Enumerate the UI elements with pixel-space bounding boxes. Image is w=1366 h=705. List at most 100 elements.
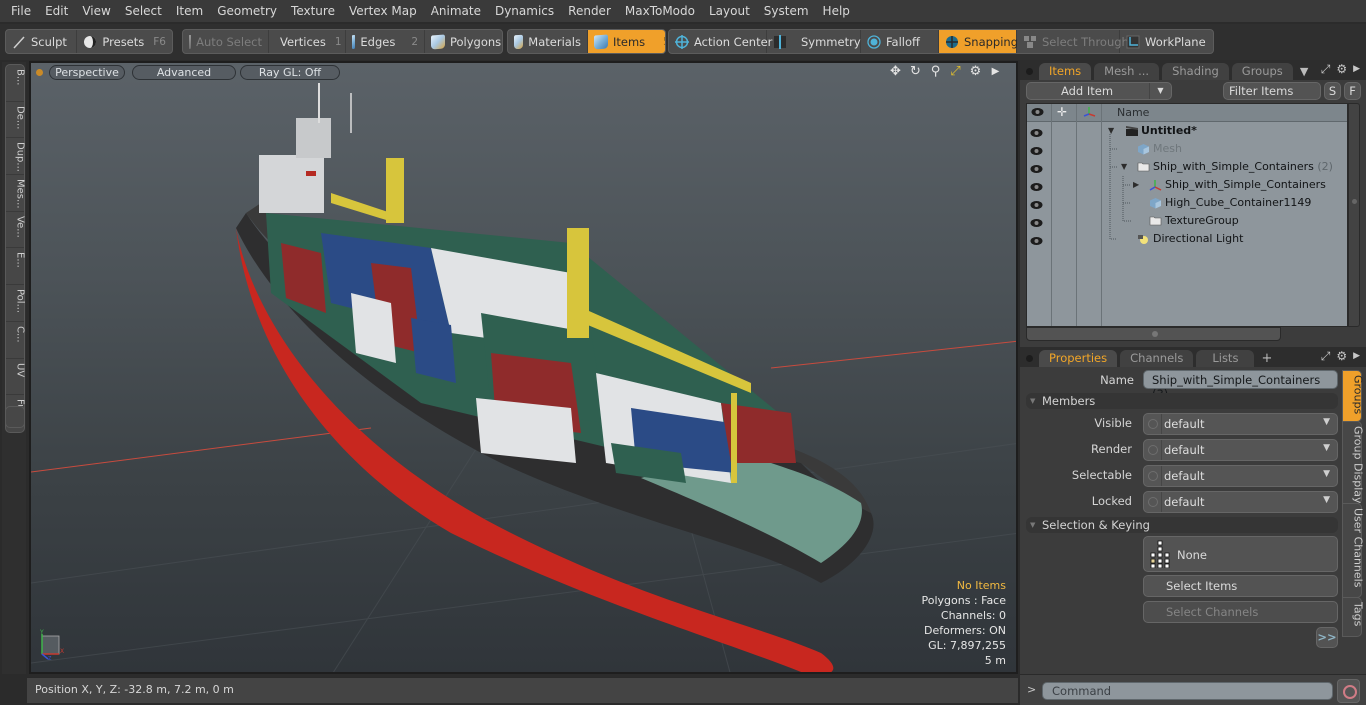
name-input[interactable]: Ship_with_Simple_Containers (3) [1143, 370, 1338, 401]
filter-f-button[interactable]: F [1344, 82, 1361, 100]
select-through-button[interactable]: Select Through [1017, 30, 1129, 53]
tabs-dropdown-icon[interactable]: ▼ [1300, 63, 1308, 80]
record-macro-button[interactable] [1337, 679, 1360, 703]
visibility-column-eye-icon[interactable] [1031, 106, 1044, 121]
left-tab[interactable]: UV [6, 359, 26, 396]
viewport-options-dot[interactable] [36, 68, 43, 76]
menu-file[interactable]: File [4, 0, 38, 22]
edges-button[interactable]: Edges 2 [346, 30, 425, 53]
zoom-icon[interactable]: ⚲ [929, 64, 942, 80]
tab-channels[interactable]: Channels [1120, 350, 1194, 367]
side-tab-group-display[interactable]: Group Display [1342, 421, 1365, 504]
tree-row[interactable]: ▼ Untitled* [1027, 122, 1347, 140]
selectable-dropdown[interactable]: default ▼ [1143, 465, 1338, 487]
menu-select[interactable]: Select [118, 0, 169, 22]
rotate-icon[interactable]: ↻ [909, 64, 922, 80]
menu-vertex-map[interactable]: Vertex Map [342, 0, 424, 22]
tab-shading[interactable]: Shading [1162, 63, 1229, 80]
maximize-icon[interactable]: ⤢ [949, 64, 962, 80]
tree-row[interactable]: ▼ Ship_with_Simple_Containers (2) [1027, 158, 1347, 176]
visibility-eye-icon[interactable] [1030, 234, 1043, 245]
menu-maxtomodo[interactable]: MaxToModo [618, 0, 702, 22]
add-tab-icon[interactable]: + [1261, 350, 1272, 367]
tab-properties[interactable]: Properties [1039, 350, 1118, 367]
visibility-eye-icon[interactable] [1030, 126, 1043, 137]
pan-icon[interactable]: ✥ [889, 64, 902, 80]
panel-arrow-icon[interactable]: ▶ [1353, 349, 1360, 364]
panel-gear-icon[interactable]: ⚙ [1336, 62, 1347, 77]
sculpt-button[interactable]: Sculpt [6, 30, 78, 53]
panel-arrow-icon[interactable]: ▶ [1353, 62, 1360, 77]
left-tab[interactable]: Dup... [6, 138, 26, 176]
workplane-button[interactable]: WorkPlane [1120, 30, 1213, 53]
viewport-gear-icon[interactable]: ⚙ [969, 64, 982, 80]
visibility-eye-icon[interactable] [1030, 180, 1043, 191]
tree-horizontal-scrollbar[interactable] [1026, 327, 1281, 341]
visible-dropdown[interactable]: default ▼ [1143, 413, 1338, 435]
visibility-eye-icon[interactable] [1030, 216, 1043, 227]
name-column-header[interactable]: Name [1117, 106, 1149, 119]
menu-texture[interactable]: Texture [284, 0, 342, 22]
side-tab-groups[interactable]: Groups [1342, 370, 1365, 422]
scroll-thumb[interactable] [1352, 199, 1357, 204]
render-dropdown[interactable]: default ▼ [1143, 439, 1338, 461]
3d-viewport[interactable]: Perspective Advanced Ray GL: Off ✥ ↻ ⚲ ⤢… [29, 61, 1018, 674]
visibility-eye-icon[interactable] [1030, 198, 1043, 209]
panel-gear-icon[interactable]: ⚙ [1336, 349, 1347, 364]
shading-dropdown[interactable]: Advanced [132, 64, 236, 80]
members-section[interactable]: Members [1026, 393, 1338, 409]
menu-layout[interactable]: Layout [702, 0, 757, 22]
menu-view[interactable]: View [75, 0, 117, 22]
visibility-eye-icon[interactable] [1030, 144, 1043, 155]
menu-item[interactable]: Item [169, 0, 210, 22]
raygl-dropdown[interactable]: Ray GL: Off [240, 64, 340, 80]
menu-animate[interactable]: Animate [424, 0, 488, 22]
locked-dropdown[interactable]: default ▼ [1143, 491, 1338, 513]
hscroll-thumb[interactable] [1152, 331, 1158, 337]
menu-dynamics[interactable]: Dynamics [488, 0, 561, 22]
action-center-button[interactable]: Action Center [669, 30, 772, 53]
presets-button[interactable]: Presets F6 [77, 30, 172, 53]
left-tab[interactable]: De... [6, 102, 26, 139]
more-button[interactable]: >> [1316, 627, 1338, 648]
expand-panel-icon[interactable]: ⤢ [1321, 349, 1331, 364]
materials-button[interactable]: Materials [508, 30, 588, 53]
left-tab[interactable]: C... [6, 322, 26, 359]
expand-panel-icon[interactable]: ⤢ [1321, 62, 1331, 77]
selection-keying-section[interactable]: Selection & Keying [1026, 517, 1338, 533]
visibility-eye-icon[interactable] [1030, 162, 1043, 173]
polygons-button[interactable]: Polygons [425, 30, 502, 53]
viewport-expand-arrow-icon[interactable]: ▶ [989, 64, 1002, 80]
keyframe-toggle-icon[interactable] [1148, 419, 1158, 429]
filter-items-input[interactable]: Filter Items [1223, 82, 1321, 100]
menu-system[interactable]: System [757, 0, 816, 22]
left-tab[interactable]: Ve... [6, 212, 26, 249]
menu-geometry[interactable]: Geometry [210, 0, 284, 22]
type-column-axes-icon[interactable] [1083, 105, 1096, 121]
select-items-button[interactable]: Select Items [1143, 575, 1338, 597]
tree-vertical-scrollbar[interactable] [1348, 103, 1360, 327]
tree-row[interactable]: TextureGroup [1027, 212, 1347, 230]
view-mode-dropdown[interactable]: Perspective [49, 64, 125, 80]
left-tab[interactable]: Mes... [6, 175, 26, 212]
add-item-dropdown-icon[interactable]: ▼ [1149, 83, 1171, 99]
menu-edit[interactable]: Edit [38, 0, 75, 22]
keyframe-toggle-icon[interactable] [1148, 471, 1158, 481]
tab-mesh[interactable]: Mesh ... [1094, 63, 1160, 80]
falloff-button[interactable]: Falloff [861, 30, 939, 53]
tree-row[interactable]: High_Cube_Container1149 [1027, 194, 1347, 212]
keyframe-toggle-icon[interactable] [1148, 497, 1158, 507]
filter-s-button[interactable]: S [1324, 82, 1341, 100]
symmetry-button[interactable]: Symmetry [767, 30, 861, 53]
vertices-button[interactable]: Vertices 1 [269, 30, 346, 53]
side-tab-user-channels[interactable]: User Channels [1342, 503, 1365, 598]
tree-row[interactable]: Directional Light [1027, 230, 1347, 248]
add-item-button[interactable]: Add Item ▼ [1026, 82, 1172, 100]
side-tab-tags[interactable]: Tags [1342, 597, 1365, 637]
select-channels-button[interactable]: Select Channels [1143, 601, 1338, 623]
tree-row[interactable]: Mesh [1027, 140, 1347, 158]
none-button[interactable]: None [1143, 536, 1338, 572]
items-button[interactable]: Items 5 [588, 30, 665, 53]
snapping-button[interactable]: Snapping [939, 30, 1018, 53]
menu-render[interactable]: Render [561, 0, 618, 22]
